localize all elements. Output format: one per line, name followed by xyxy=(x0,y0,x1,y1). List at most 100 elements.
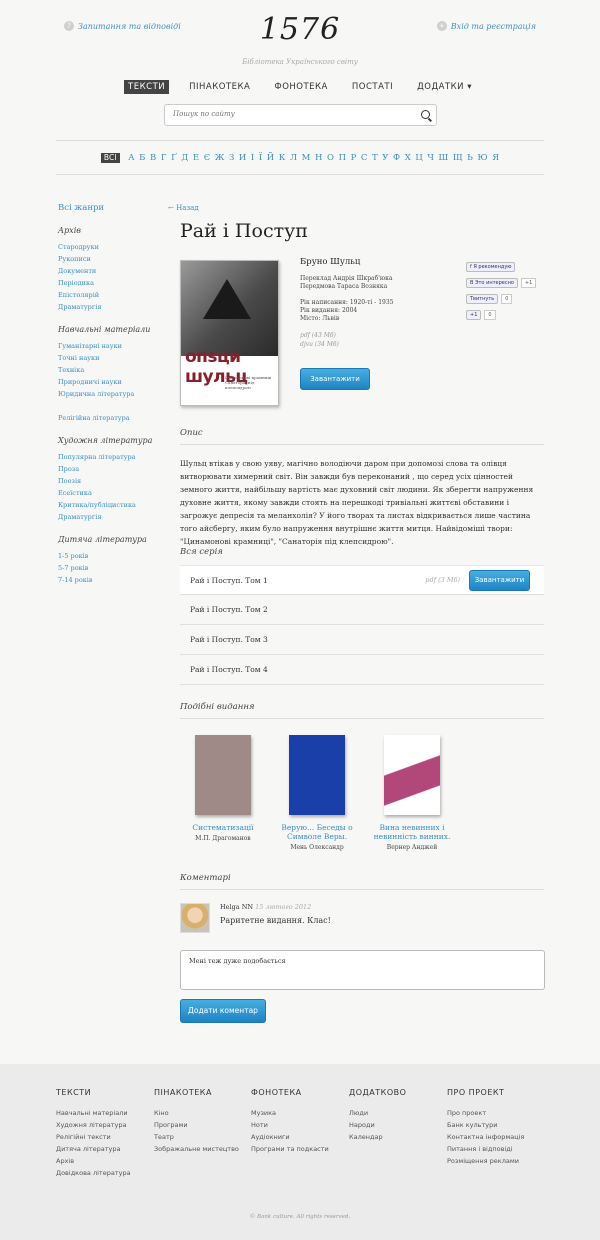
genre-link[interactable]: Гуманітарні науки xyxy=(58,340,168,352)
alphabet-letter[interactable]: И xyxy=(239,153,246,163)
similar-book[interactable]: Вина невинних і невинність винних. Верне… xyxy=(362,735,462,851)
genre-link[interactable]: Техніка xyxy=(58,364,168,376)
alphabet-letter[interactable]: Б xyxy=(139,153,145,163)
nav-dodatky[interactable]: ДОДАТКИ ▾ xyxy=(413,80,476,94)
book-author[interactable]: Бруно Шульц xyxy=(300,258,460,267)
alphabet-letter[interactable]: З xyxy=(229,153,234,163)
series-item[interactable]: Рай і Поступ. Том 2 xyxy=(180,595,544,625)
alphabet-letter[interactable]: Ш xyxy=(439,153,449,163)
series-download-button[interactable]: Завантажити xyxy=(469,570,530,591)
genre-link[interactable]: Поезія xyxy=(58,475,168,487)
alphabet-letter[interactable]: Ф xyxy=(393,153,400,163)
genre-link[interactable]: Критика/публіцистика xyxy=(58,499,168,511)
nav-fonoteka[interactable]: ФОНОТЕКА xyxy=(270,80,332,94)
genre-link[interactable]: Періодика xyxy=(58,277,168,289)
footer-link[interactable]: Програми та подкасти xyxy=(251,1143,329,1155)
genre-link[interactable]: Документи xyxy=(58,265,168,277)
alphabet-letter[interactable]: Ю xyxy=(477,153,487,163)
similar-book[interactable]: Систематизації М.П. Драгоманов xyxy=(173,735,273,842)
alphabet-letter[interactable]: Ц xyxy=(415,153,422,163)
similar-book-title[interactable]: Вина невинних і невинність винних. xyxy=(362,823,462,841)
footer-link[interactable]: Розміщення реклами xyxy=(447,1155,524,1167)
footer-link[interactable]: Кіно xyxy=(154,1107,239,1119)
alphabet-letter[interactable]: М xyxy=(302,153,311,163)
alphabet-letter[interactable]: С xyxy=(361,153,368,163)
genre-link[interactable]: 7-14 років xyxy=(58,574,168,586)
gplus-button[interactable]: +1 xyxy=(466,310,482,320)
alphabet-letter[interactable]: Я xyxy=(492,153,499,163)
facebook-like-button[interactable]: f Я рекомендую xyxy=(466,262,516,272)
alphabet-letter[interactable]: Р xyxy=(351,153,357,163)
alphabet-letter[interactable]: У xyxy=(382,153,388,163)
footer-column-title[interactable]: ТЕКСТИ xyxy=(56,1088,131,1097)
format-pdf[interactable]: pdf (43 Мб) xyxy=(300,331,460,340)
footer-link[interactable]: Календар xyxy=(349,1131,406,1143)
alphabet-letter[interactable]: Х xyxy=(405,153,411,163)
footer-link[interactable]: Зображальне мистецтво xyxy=(154,1143,239,1155)
alphabet-letter[interactable]: Л xyxy=(290,153,297,163)
series-item[interactable]: Рай і Поступ. Том 4 xyxy=(180,655,544,685)
alphabet-letter[interactable]: В xyxy=(150,153,156,163)
download-button[interactable]: Завантажити xyxy=(300,368,370,390)
genre-link[interactable]: Драматургія xyxy=(58,301,168,313)
format-djvu[interactable]: djvu (34 Мб) xyxy=(300,340,460,349)
genre-link[interactable]: 1-5 років xyxy=(58,550,168,562)
footer-column-title[interactable]: ФОНОТЕКА xyxy=(251,1088,329,1097)
alphabet-letter[interactable]: П xyxy=(339,153,346,163)
footer-link[interactable]: Дитяча література xyxy=(56,1143,131,1155)
alphabet-letter[interactable]: Щ xyxy=(453,153,463,163)
series-item-title[interactable]: Рай і Поступ. Том 1 xyxy=(190,576,268,585)
alphabet-letter[interactable]: Ч xyxy=(427,153,434,163)
series-item-title[interactable]: Рай і Поступ. Том 3 xyxy=(190,635,268,644)
similar-book-cover[interactable] xyxy=(384,735,440,815)
vk-like-button[interactable]: В Это интересно xyxy=(466,278,518,288)
footer-link[interactable]: Музика xyxy=(251,1107,329,1119)
nav-pinakoteka[interactable]: ПІНАКОТЕКА xyxy=(185,80,254,94)
genre-link[interactable]: Проза xyxy=(58,463,168,475)
footer-link[interactable]: Ноти xyxy=(251,1119,329,1131)
nav-texts[interactable]: ТЕКСТИ xyxy=(124,80,170,94)
genre-link[interactable]: Природничі науки xyxy=(58,376,168,388)
similar-book-cover[interactable] xyxy=(289,735,345,815)
genre-link[interactable]: Популярна література xyxy=(58,451,168,463)
footer-link[interactable]: Довідкова література xyxy=(56,1167,131,1179)
similar-book[interactable]: Верую... Беседы о Символе Веры. Мень Оле… xyxy=(267,735,367,851)
alphabet-all[interactable]: ВСІ xyxy=(100,153,120,163)
footer-link[interactable]: Театр xyxy=(154,1131,239,1143)
search-icon[interactable] xyxy=(421,110,430,119)
similar-book-title[interactable]: Систематизації xyxy=(173,823,273,832)
alphabet-letter[interactable]: Є xyxy=(204,153,211,163)
series-item[interactable]: Рай і Поступ. Том 3 xyxy=(180,625,544,655)
footer-link[interactable]: Банк культури xyxy=(447,1119,524,1131)
footer-column-title[interactable]: ПРО ПРОЕКТ xyxy=(447,1088,524,1097)
all-genres-link[interactable]: Всі жанри xyxy=(58,203,168,213)
genre-link[interactable]: 5-7 років xyxy=(58,562,168,574)
footer-link[interactable]: Релігійні тексти xyxy=(56,1131,131,1143)
alphabet-letter[interactable]: А xyxy=(128,153,134,163)
genre-link[interactable]: Есеїстика xyxy=(58,487,168,499)
alphabet-letter[interactable]: Ж xyxy=(215,153,225,163)
site-logo[interactable]: 1576 xyxy=(0,12,600,47)
alphabet-letter[interactable]: Е xyxy=(193,153,199,163)
footer-column-title[interactable]: ПІНАКОТЕКА xyxy=(154,1088,239,1097)
series-item-title[interactable]: Рай і Поступ. Том 2 xyxy=(190,605,268,614)
footer-link[interactable]: Люди xyxy=(349,1107,406,1119)
genre-link[interactable]: Юридична література xyxy=(58,388,168,400)
add-comment-button[interactable]: Додати коментар xyxy=(180,999,266,1023)
alphabet-letter[interactable]: О xyxy=(327,153,334,163)
genre-link[interactable]: Епістолярій xyxy=(58,289,168,301)
footer-column-title[interactable]: ДОДАТКОВО xyxy=(349,1088,406,1097)
tweet-button[interactable]: Твитнуть xyxy=(466,294,499,304)
series-item-title[interactable]: Рай і Поступ. Том 4 xyxy=(190,665,268,674)
genre-link[interactable]: Стародруки xyxy=(58,241,168,253)
genre-link[interactable]: Рукописи xyxy=(58,253,168,265)
alphabet-letter[interactable]: Ь xyxy=(467,153,473,163)
similar-book-title[interactable]: Верую... Беседы о Символе Веры. xyxy=(267,823,367,841)
alphabet-letter[interactable]: Ї xyxy=(259,153,262,163)
footer-link[interactable]: Аудіокниги xyxy=(251,1131,329,1143)
avatar[interactable] xyxy=(180,903,210,933)
back-link[interactable]: ← Назад xyxy=(168,204,199,212)
footer-link[interactable]: Народи xyxy=(349,1119,406,1131)
footer-link[interactable]: Контактна інформація xyxy=(447,1131,524,1143)
genre-link[interactable]: Драматургія xyxy=(58,511,168,523)
